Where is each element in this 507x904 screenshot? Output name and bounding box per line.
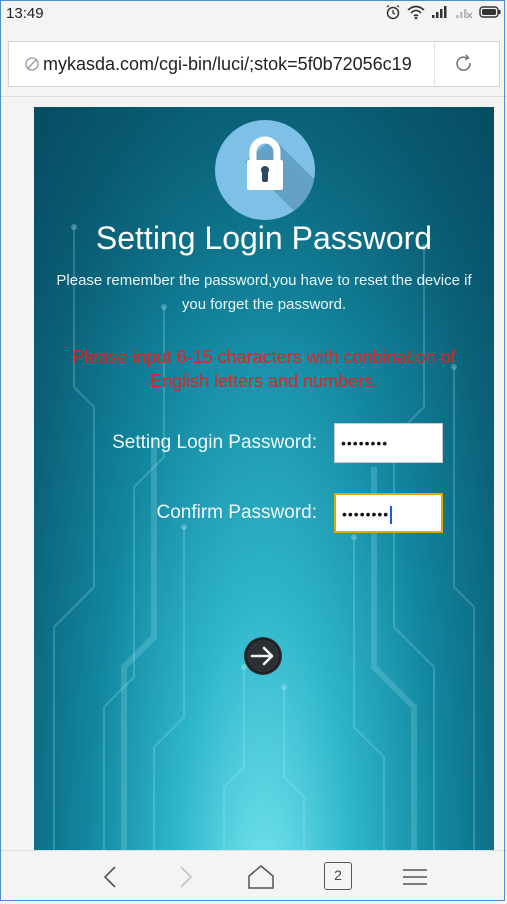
- confirm-password-value: ••••••••: [342, 506, 390, 522]
- password-input[interactable]: ••••••••: [334, 423, 443, 463]
- page-title: Setting Login Password: [95, 220, 433, 256]
- text-caret: [390, 506, 393, 525]
- lock-icon: [215, 120, 315, 220]
- status-bar: 13:49: [0, 0, 507, 26]
- confirm-password-row: Confirm Password: ••••••••: [34, 493, 494, 533]
- signal-icon: [432, 6, 447, 18]
- status-icons: [385, 4, 501, 20]
- password-label: Setting Login Password:: [112, 432, 317, 453]
- browser-toolbar: mykasda.com/cgi-bin/luci/;stok=5f0b72056…: [0, 26, 507, 97]
- no-signal-icon: [456, 9, 473, 19]
- password-row: Setting Login Password: ••••••••: [34, 423, 494, 463]
- tab-count: 2: [334, 867, 342, 883]
- confirm-password-input[interactable]: ••••••••: [334, 493, 443, 533]
- password-value: ••••••••: [341, 435, 389, 451]
- forward-icon[interactable]: [170, 862, 200, 892]
- menu-icon[interactable]: [400, 862, 430, 892]
- battery-icon: [479, 6, 501, 18]
- status-time: 13:49: [6, 5, 44, 22]
- home-icon[interactable]: [246, 862, 276, 892]
- arrow-right-circle-icon: [245, 638, 281, 674]
- address-bar[interactable]: mykasda.com/cgi-bin/luci/;stok=5f0b72056…: [8, 41, 500, 87]
- password-warning: Please remember the password,you have to…: [56, 272, 472, 313]
- confirm-password-label: Confirm Password:: [156, 502, 318, 523]
- login-password-panel: Setting Login Password Please remember t…: [34, 107, 494, 850]
- tabs-button[interactable]: 2: [324, 862, 352, 890]
- back-icon[interactable]: [96, 862, 126, 892]
- link-icon: [25, 57, 39, 71]
- browser-bottom-nav: 2: [0, 850, 507, 904]
- url-text[interactable]: mykasda.com/cgi-bin/luci/;stok=5f0b72056…: [43, 54, 412, 75]
- password-rule: Please input 6-15 characters with conbin…: [72, 347, 456, 391]
- next-button[interactable]: [244, 637, 282, 675]
- wifi-icon: [407, 5, 425, 20]
- reload-icon[interactable]: [454, 54, 474, 74]
- alarm-icon: [386, 4, 400, 20]
- reload-divider: [434, 42, 435, 86]
